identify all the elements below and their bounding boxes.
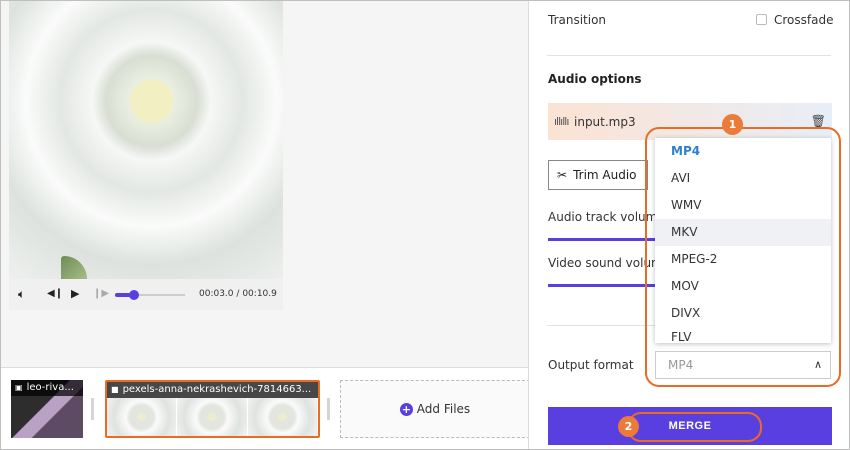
- trash-icon[interactable]: 🗑︎: [811, 114, 826, 128]
- step-forward-icon[interactable]: ❙▶: [93, 287, 109, 301]
- video-sound-volume-slider[interactable]: [548, 284, 656, 287]
- timeline: ▣ leo-riva... ■ pexels-anna-nekrashevich-7…: [1, 367, 530, 449]
- flower-stem: [61, 256, 87, 279]
- audio-file-name: input.mp3: [574, 115, 636, 129]
- clip-1[interactable]: ▣ leo-riva...: [11, 380, 83, 438]
- crossfade-label[interactable]: Crossfade: [774, 13, 833, 27]
- transition-label: Transition: [548, 13, 607, 27]
- time-current: 00:03.0: [199, 289, 234, 299]
- clip-2-title: pexels-anna-nekrashevich-7814663...: [122, 384, 312, 395]
- settings-pane: Transition Crossfade Audio options ıllıl…: [529, 1, 849, 449]
- callout-badge-2: 2: [618, 416, 639, 437]
- play-icon[interactable]: ▶: [71, 287, 79, 301]
- clip-1-title-bar: ▣ leo-riva...: [11, 380, 83, 396]
- scissors-icon: ✂: [557, 168, 568, 182]
- add-files-button[interactable]: + Add Files: [340, 380, 530, 438]
- clip-separator[interactable]: [327, 398, 330, 420]
- volume-icon[interactable]: 🔈︎: [18, 287, 25, 301]
- clip-separator[interactable]: [91, 398, 94, 420]
- callout-format-list: [645, 127, 841, 387]
- clip-2-title-bar: ■ pexels-anna-nekrashevich-7814663...: [107, 382, 318, 398]
- time-total: 00:10.9: [242, 289, 277, 299]
- time-separator: /: [236, 289, 240, 299]
- preview-pane: 🔈︎ ◀❙ ▶ ❙▶ 00:03.0 / 00:10.9 ▣ leo-riva..…: [1, 1, 530, 449]
- video-preview[interactable]: [9, 1, 283, 279]
- callout-merge: [627, 412, 762, 442]
- video-icon: ■: [111, 385, 119, 394]
- audio-track-volume-slider[interactable]: [548, 238, 656, 241]
- plus-icon: +: [399, 402, 413, 416]
- trim-audio-button[interactable]: ✂ Trim Audio: [548, 160, 648, 190]
- seek-handle[interactable]: [128, 290, 139, 300]
- output-format-label: Output format: [548, 358, 634, 372]
- time-display: 00:03.0 / 00:10.9: [199, 289, 277, 299]
- add-files-label: Add Files: [416, 402, 471, 416]
- video-player: 🔈︎ ◀❙ ▶ ❙▶ 00:03.0 / 00:10.9: [9, 1, 283, 310]
- player-controls: 🔈︎ ◀❙ ▶ ❙▶ 00:03.0 / 00:10.9: [9, 279, 283, 310]
- divider: [547, 55, 831, 56]
- clip-2-thumbnails: [107, 398, 318, 436]
- trim-audio-label: Trim Audio: [573, 168, 637, 182]
- crossfade-checkbox[interactable]: [756, 14, 767, 25]
- audio-options-heading: Audio options: [548, 72, 642, 86]
- image-icon: ▣: [15, 383, 23, 392]
- waveform-icon: ıllıllı: [554, 115, 569, 128]
- clip-2[interactable]: ■ pexels-anna-nekrashevich-7814663...: [105, 380, 320, 438]
- callout-badge-1: 1: [722, 114, 743, 135]
- step-back-icon[interactable]: ◀❙: [47, 287, 63, 301]
- clip-1-title: leo-riva...: [26, 382, 74, 393]
